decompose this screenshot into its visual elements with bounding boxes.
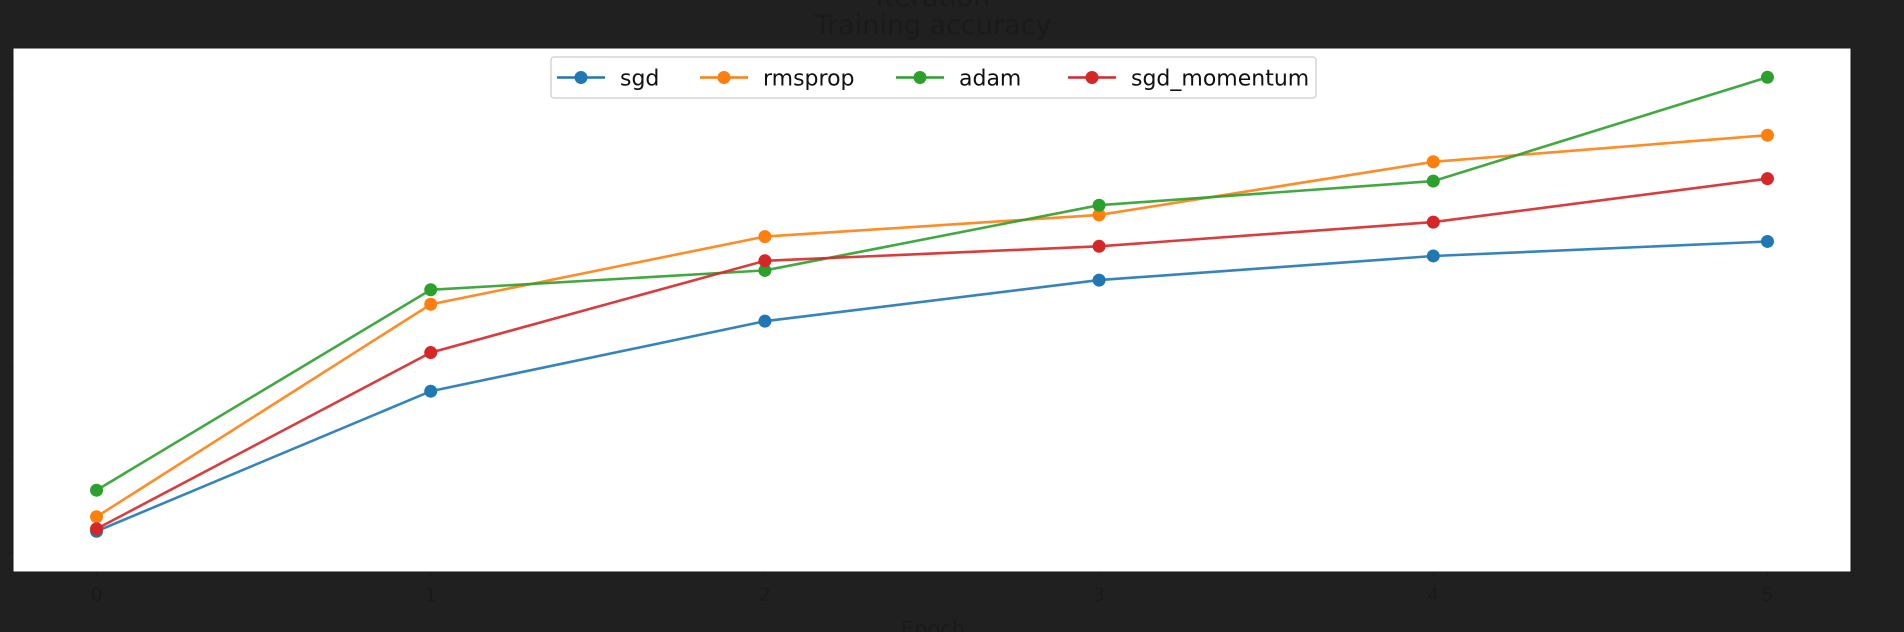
x-tick-label: 5 bbox=[1761, 584, 1773, 606]
data-point bbox=[1760, 172, 1774, 186]
legend-label: sgd_momentum bbox=[1131, 67, 1309, 92]
data-point bbox=[758, 314, 772, 328]
data-point bbox=[1760, 128, 1774, 142]
data-point bbox=[424, 384, 438, 398]
x-tick-label: 3 bbox=[1093, 584, 1105, 606]
data-point bbox=[1760, 70, 1774, 84]
data-point bbox=[424, 346, 438, 360]
legend-label: rmsprop bbox=[763, 67, 855, 92]
data-point bbox=[1426, 249, 1440, 263]
x-tick-label: 4 bbox=[1427, 584, 1439, 606]
legend-marker bbox=[574, 71, 588, 84]
data-point bbox=[758, 254, 772, 268]
legend-marker bbox=[913, 71, 927, 84]
legend-label: sgd bbox=[620, 67, 659, 92]
data-point bbox=[424, 283, 438, 297]
data-point bbox=[424, 297, 438, 311]
data-point bbox=[90, 483, 104, 497]
chart-title: Training accuracy bbox=[814, 10, 1052, 41]
data-point bbox=[1760, 234, 1774, 248]
plot-area bbox=[12, 47, 1852, 573]
legend-label: adam bbox=[959, 67, 1021, 92]
data-point bbox=[90, 510, 104, 524]
legend-marker bbox=[717, 71, 731, 84]
data-point bbox=[1426, 174, 1440, 188]
legend-marker bbox=[1085, 71, 1099, 84]
data-point bbox=[758, 230, 772, 244]
data-point bbox=[1426, 215, 1440, 229]
data-point bbox=[1092, 198, 1106, 212]
x-axis-label: Epoch bbox=[901, 617, 965, 632]
legend[interactable]: sgd rmsprop adam sgd_momentum bbox=[550, 56, 1317, 99]
x-tick-label: 0 bbox=[90, 584, 102, 606]
data-point bbox=[1092, 273, 1106, 287]
chart: Iteration Training accuracy 012345 sgdrm… bbox=[0, 0, 1904, 632]
data-point bbox=[1092, 239, 1106, 253]
data-point bbox=[1426, 155, 1440, 169]
x-tick-label: 2 bbox=[759, 584, 771, 606]
x-tick-label: 1 bbox=[425, 584, 437, 606]
chart-svg: Iteration Training accuracy 012345 sgdrm… bbox=[0, 0, 1904, 632]
data-point bbox=[90, 522, 104, 536]
